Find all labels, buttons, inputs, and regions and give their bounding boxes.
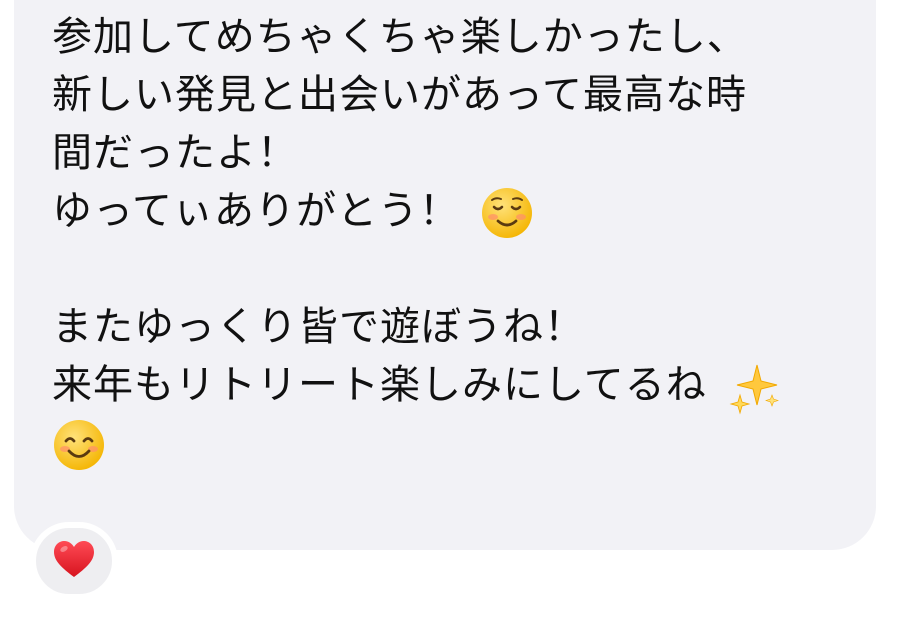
message-line-2: 新しい発見と出会いがあって最高な時	[52, 72, 747, 118]
sparkles-emoji-icon	[727, 359, 783, 415]
message-line-3: 間だったよ！	[52, 130, 298, 176]
chat-screen: 参加してめちゃくちゃ楽しかったし、 新しい発見と出会いがあって最高な時 間だった…	[0, 0, 902, 626]
message-text: 参加してめちゃくちゃ楽しかったし、 新しい発見と出会いがあって最高な時 間だった…	[52, 8, 852, 472]
message-line-7: 来年もリトリート楽しみにしてるね	[52, 362, 707, 408]
message-line-1: 参加してめちゃくちゃ楽しかったし、	[52, 14, 748, 60]
message-line-4-wrap: ゆってぃありがとう！	[52, 182, 852, 240]
message-line-6: またゆっくり皆で遊ぼうね！	[52, 304, 585, 350]
red-heart-icon	[52, 539, 96, 583]
heart-reaction[interactable]	[30, 522, 118, 600]
message-line-blank	[52, 240, 852, 298]
relieved-smile-emoji-icon	[480, 186, 534, 240]
message-line-7-wrap: 来年もリトリート楽しみにしてるね	[52, 356, 852, 415]
smiling-face-emoji-icon	[52, 418, 106, 472]
message-line-4: ゆってぃありがとう！	[52, 188, 460, 234]
message-line-8-wrap	[52, 414, 852, 472]
